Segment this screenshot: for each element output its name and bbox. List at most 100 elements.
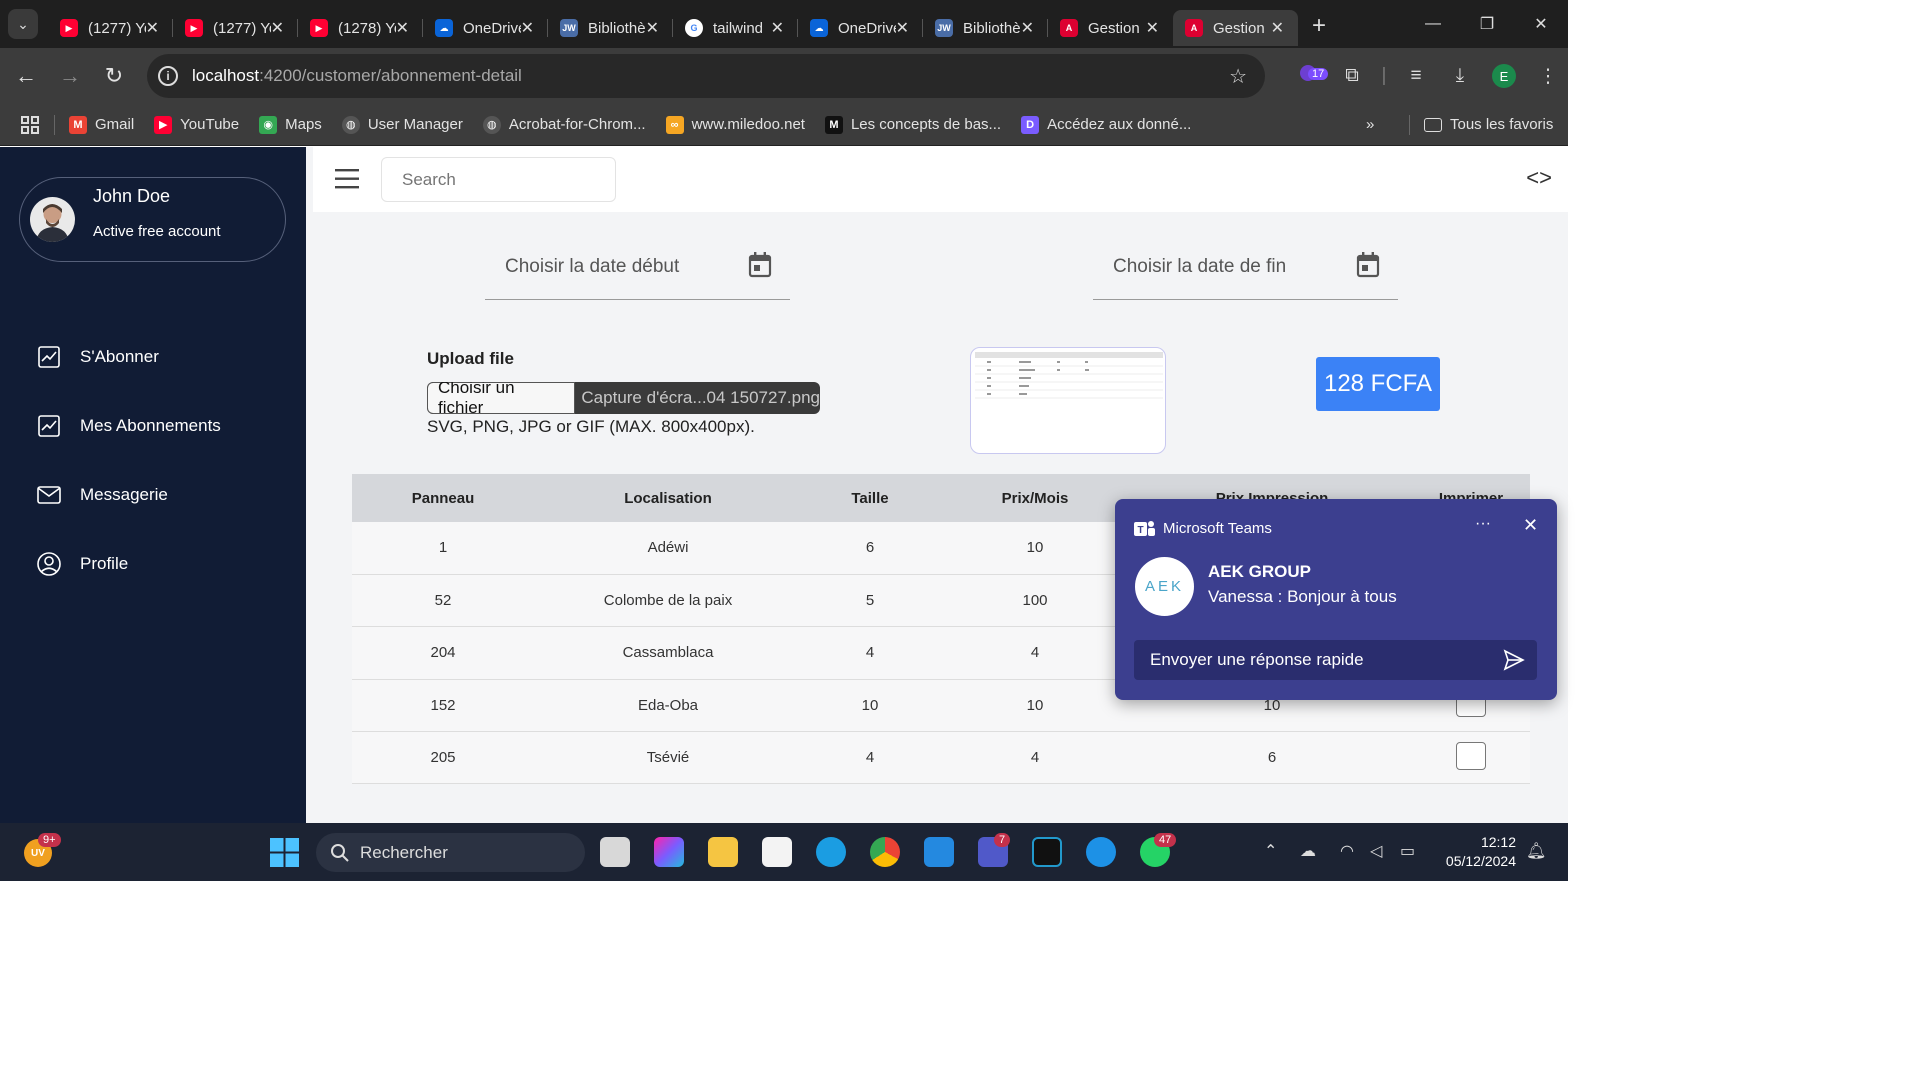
calendar-icon[interactable] — [1356, 252, 1380, 278]
onedrive-tray-icon[interactable]: ☁ — [1300, 841, 1316, 861]
task-view-icon[interactable] — [600, 837, 630, 867]
copilot-icon[interactable] — [654, 837, 684, 867]
browser-tab[interactable]: ☁ OneDrive ✕ — [423, 10, 548, 46]
youtube-icon: ▶ — [60, 19, 78, 37]
tab-search-button[interactable]: ⌄ — [8, 9, 38, 39]
tab-close-icon[interactable]: ✕ — [771, 18, 784, 38]
downloads-icon[interactable]: ⤓ — [1438, 65, 1482, 87]
close-window-icon[interactable]: ✕ — [1514, 14, 1568, 34]
more-bookmarks-icon[interactable]: » — [1366, 116, 1374, 133]
date-start-placeholder: Choisir la date début — [505, 255, 680, 277]
file-explorer-icon[interactable] — [708, 837, 738, 867]
search-input[interactable] — [381, 157, 616, 202]
sidebar-item-mes-abonnements[interactable]: Mes Abonnements — [36, 391, 221, 460]
battery-icon[interactable]: ▭ — [1400, 841, 1415, 861]
doc-icon: D — [1021, 115, 1040, 134]
tab-close-icon[interactable]: ✕ — [521, 18, 534, 38]
bookmark-item[interactable]: ◉ Maps — [259, 115, 322, 134]
address-bar[interactable]: i localhost:4200/customer/abonnement-det… — [147, 54, 1265, 98]
print-checkbox[interactable] — [1456, 741, 1486, 770]
forward-icon[interactable]: → — [48, 63, 92, 89]
bookmark-item[interactable]: ◍ Acrobat-for-Chrom... — [482, 115, 646, 134]
docker-icon[interactable] — [1086, 837, 1116, 867]
extension-icon[interactable]: 17 — [1286, 62, 1330, 90]
teams-notification[interactable]: T Microsoft Teams ··· ✕ AEK AEK GROUP Va… — [1115, 499, 1557, 700]
tab-close-icon[interactable]: ✕ — [271, 18, 284, 38]
date-end-field[interactable]: Choisir la date de fin — [1093, 234, 1398, 300]
more-options-icon[interactable]: ··· — [1475, 515, 1491, 533]
bookmark-item[interactable]: M Les concepts de bas... — [824, 115, 1001, 134]
send-icon[interactable] — [1503, 649, 1525, 671]
more-menu-icon[interactable]: ⋮ — [1526, 65, 1570, 88]
volume-icon[interactable]: ◁ — [1370, 841, 1382, 861]
windows-start-icon[interactable] — [270, 838, 299, 867]
date-start-field[interactable]: Choisir la date début — [485, 234, 790, 300]
bookmark-item[interactable]: D Accédez aux donné... — [1021, 115, 1191, 134]
choose-file-button[interactable]: Choisir un fichier — [427, 382, 576, 414]
tab-close-icon[interactable]: ✕ — [1146, 18, 1159, 38]
browser-tab[interactable]: A Gestion ✕ — [1173, 10, 1298, 46]
tab-close-icon[interactable]: ✕ — [896, 18, 909, 38]
jetbrains-icon[interactable] — [1032, 837, 1062, 867]
jw-icon: JW — [935, 19, 953, 37]
bookmark-item[interactable]: ◍ User Manager — [341, 115, 463, 134]
sidebar-item-profile[interactable]: Profile — [36, 529, 221, 598]
chart-icon — [36, 413, 62, 439]
browser-tab[interactable]: ▶ (1277) YouTube✕ — [173, 10, 298, 46]
browser-tab[interactable]: ☁ OneDrive ✕ — [798, 10, 923, 46]
all-bookmarks-label: Tous les favoris — [1450, 116, 1554, 133]
close-icon[interactable]: ✕ — [1523, 515, 1538, 536]
tray-chevron-icon[interactable]: ⌃ — [1264, 841, 1277, 861]
notification-message: Vanessa : Bonjour à tous — [1208, 587, 1397, 606]
chrome-icon[interactable] — [870, 837, 900, 867]
column-header: Prix/Mois — [938, 474, 1132, 522]
quick-reply-input[interactable]: Envoyer une réponse rapide — [1134, 640, 1537, 680]
browser-tab[interactable]: A Gestion ✕ — [1048, 10, 1173, 46]
system-clock[interactable]: 12:12 05/12/2024 — [1434, 833, 1516, 871]
restore-icon[interactable]: ❐ — [1460, 14, 1514, 34]
browser-tab[interactable]: Gtailwind ✕ — [673, 10, 798, 46]
reload-icon[interactable]: ↻ — [92, 63, 136, 89]
minimize-icon[interactable]: — — [1406, 15, 1460, 33]
edge-icon[interactable] — [816, 837, 846, 867]
tab-close-icon[interactable]: ✕ — [646, 18, 659, 38]
sidebar-item-messagerie[interactable]: Messagerie — [36, 460, 221, 529]
browser-tab[interactable]: JW Bibliothèque✕ — [923, 10, 1048, 46]
tab-close-icon[interactable]: ✕ — [1271, 18, 1284, 38]
taskbar-search[interactable]: Rechercher — [316, 833, 585, 872]
back-icon[interactable]: ← — [4, 63, 48, 89]
bookmark-item[interactable]: M Gmail — [69, 115, 134, 134]
site-info-icon[interactable]: i — [158, 66, 178, 86]
notifications-bell-icon[interactable]: 🔔︎ — [1526, 841, 1546, 861]
vscode-icon[interactable] — [924, 837, 954, 867]
tab-close-icon[interactable]: ✕ — [396, 18, 409, 38]
bookmarks-divider — [54, 114, 55, 135]
profile-button[interactable]: E — [1482, 64, 1526, 88]
bookmark-label: Acrobat-for-Chrom... — [508, 116, 646, 133]
user-card[interactable]: John Doe Active free account — [19, 177, 286, 262]
new-tab-button[interactable]: + — [1312, 12, 1326, 40]
tab-close-icon[interactable]: ✕ — [1021, 18, 1034, 38]
sidebar-item-sabonner[interactable]: S'Abonner — [36, 322, 221, 391]
all-bookmarks-folder[interactable]: Tous les favoris — [1424, 116, 1553, 133]
browser-tab[interactable]: JW Bibliothèque✕ — [548, 10, 673, 46]
media-controls-icon[interactable]: ≡ — [1394, 65, 1438, 87]
top-bar: <> — [313, 147, 1568, 212]
column-header: Taille — [802, 474, 938, 522]
tab-close-icon[interactable]: ✕ — [146, 18, 159, 38]
bookmark-star-icon[interactable]: ☆ — [1229, 64, 1247, 89]
tab-title: OneDrive — [838, 19, 896, 37]
browser-tab[interactable]: ▶ (1277) YouTube✕ — [48, 10, 173, 46]
bookmark-item[interactable]: ∞ www.miledoo.net — [665, 115, 805, 134]
menu-toggle-icon[interactable] — [335, 167, 361, 191]
browser-tab[interactable]: ▶ (1278) YouTube✕ — [298, 10, 423, 46]
table-cell-panneau: 204 — [352, 626, 534, 680]
file-input[interactable]: Choisir un fichier Capture d'écra...04 1… — [427, 382, 820, 414]
apps-grid-icon[interactable] — [20, 115, 40, 135]
calendar-icon[interactable] — [748, 252, 772, 278]
code-icon[interactable]: <> — [1526, 165, 1552, 191]
wifi-icon[interactable]: ◠ — [1340, 841, 1354, 861]
microsoft-store-icon[interactable] — [762, 837, 792, 867]
extensions-puzzle-icon[interactable]: ⧉ — [1330, 65, 1374, 87]
bookmark-item[interactable]: ▶ YouTube — [154, 115, 239, 134]
